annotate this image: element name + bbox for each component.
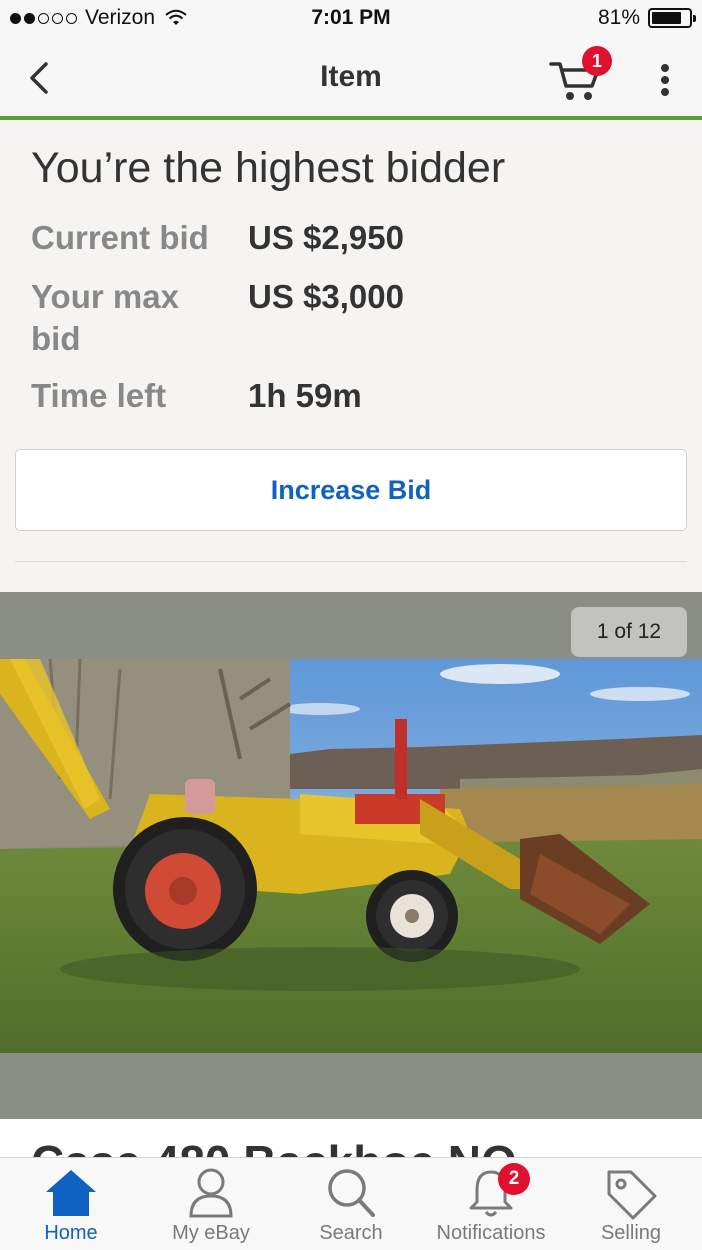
status-bar: Verizon 7:01 PM 81% (0, 0, 702, 40)
image-counter: 1 of 12 (571, 607, 687, 657)
item-title: Case 480 Backhoe NO (31, 1135, 517, 1157)
notifications-count-badge: 2 (498, 1163, 530, 1195)
time-left-row: Time left 1h 59m (31, 375, 681, 421)
item-title-area: Case 480 Backhoe NO (0, 1119, 702, 1157)
navigation-bar: Item 1 (0, 40, 702, 120)
more-vertical-icon[interactable] (650, 60, 680, 100)
tab-search-label: Search (319, 1222, 383, 1244)
clock: 7:01 PM (311, 6, 391, 29)
tag-icon (607, 1170, 657, 1220)
bid-status-section: You’re the highest bidder Current bid US… (0, 124, 702, 592)
bid-status-headline: You’re the highest bidder (31, 144, 506, 192)
max-bid-value: US $3,000 (248, 278, 404, 315)
current-bid-label: Current bid (31, 219, 209, 256)
battery-level (652, 12, 682, 24)
person-icon (189, 1168, 233, 1218)
tab-selling-label: Selling (600, 1222, 662, 1244)
tab-bar: Home My eBay Search Notifications Sellin… (0, 1157, 702, 1250)
current-bid-value: US $2,950 (248, 219, 404, 256)
item-photo[interactable] (0, 659, 702, 1053)
section-divider (15, 561, 687, 562)
battery-percent: 81% (597, 6, 640, 29)
increase-bid-button[interactable]: Increase Bid (15, 449, 687, 531)
battery-info: 81% (597, 6, 696, 30)
max-bid-row: Your max bid US $3,000 (31, 276, 681, 366)
home-icon (46, 1170, 96, 1216)
tab-my-ebay[interactable]: My eBay (141, 1158, 281, 1250)
cart-count-badge: 1 (582, 46, 612, 76)
tab-home[interactable]: Home (1, 1158, 141, 1250)
tab-home-label: Home (44, 1222, 98, 1244)
tab-selling[interactable]: Selling (561, 1158, 701, 1250)
battery-icon (648, 8, 696, 28)
image-gallery[interactable]: 1 of 12 (0, 592, 702, 1119)
tab-notifications[interactable]: Notifications (421, 1158, 561, 1250)
time-left-label: Time left (31, 377, 167, 414)
max-bid-label: Your max bid (31, 278, 179, 357)
time-left-value: 1h 59m (248, 377, 362, 414)
current-bid-row: Current bid US $2,950 (31, 217, 681, 263)
tab-search[interactable]: Search (281, 1158, 421, 1250)
search-icon (328, 1169, 375, 1217)
tab-notifications-label: Notifications (436, 1222, 546, 1244)
tab-my-ebay-label: My eBay (172, 1222, 250, 1244)
